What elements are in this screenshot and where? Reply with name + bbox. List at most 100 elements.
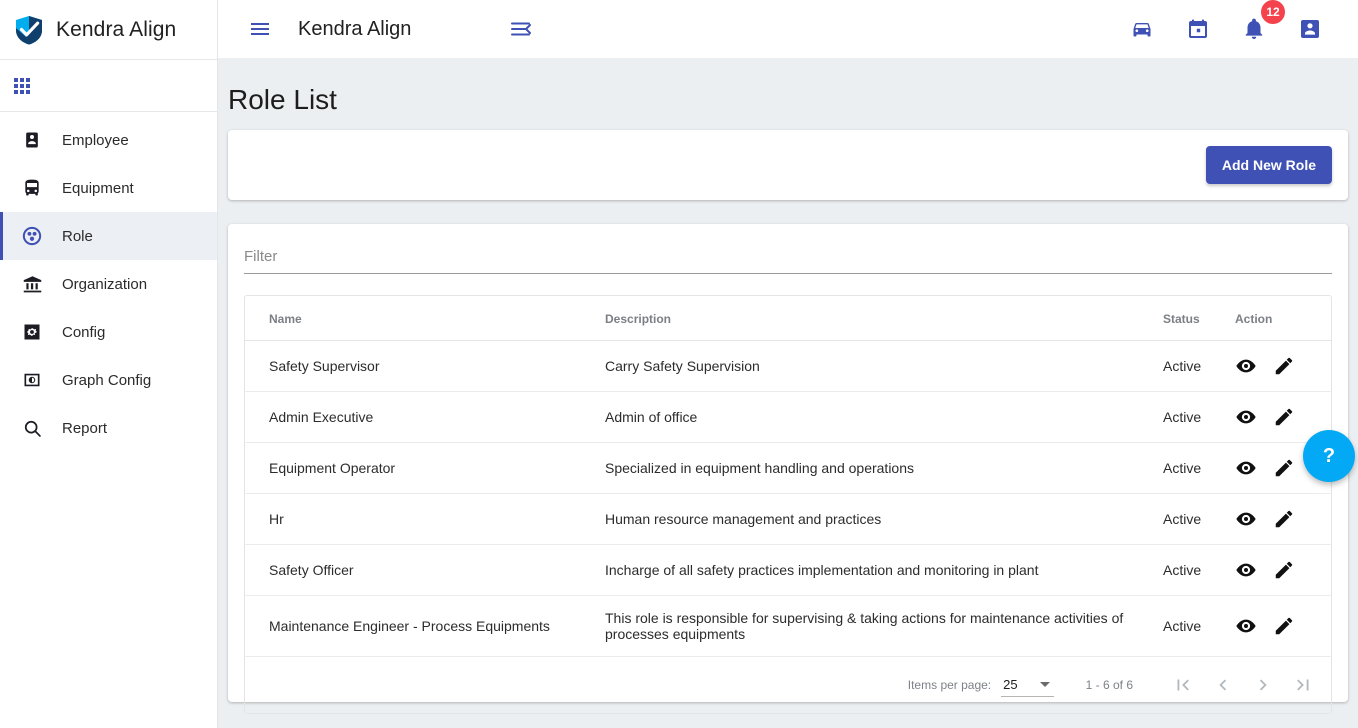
edit-icon[interactable] xyxy=(1273,406,1295,428)
sidebar-item-label: Report xyxy=(62,419,108,437)
role-group-icon xyxy=(21,225,43,247)
notifications-bell-icon[interactable]: 12 xyxy=(1234,0,1285,49)
items-per-page-select[interactable]: 25 xyxy=(1001,674,1054,697)
hamburger-menu-icon[interactable] xyxy=(240,9,280,49)
sidebar-item-config[interactable]: Config xyxy=(0,308,217,356)
cell-name: Safety Officer xyxy=(245,544,605,596)
cell-status: Active xyxy=(1163,493,1235,545)
cell-action xyxy=(1235,340,1331,392)
column-header-description: Description xyxy=(605,296,1163,341)
cell-name: Admin Executive xyxy=(245,391,605,443)
sidebar-item-report[interactable]: Report xyxy=(0,404,217,452)
page-range-label: 1 - 6 of 6 xyxy=(1085,678,1133,692)
brand-title: Kendra Align xyxy=(56,17,177,41)
view-icon[interactable] xyxy=(1235,559,1257,581)
column-header-name: Name xyxy=(245,296,605,341)
chevron-down-icon xyxy=(1039,681,1050,687)
view-icon[interactable] xyxy=(1235,355,1257,377)
cell-name: Safety Supervisor xyxy=(245,340,605,392)
cell-action xyxy=(1235,493,1331,545)
table-header-row: Name Description Status Action xyxy=(245,296,1331,341)
sidebar-item-label: Config xyxy=(62,323,106,341)
table-row[interactable]: Admin Executive Admin of office Active xyxy=(245,391,1331,443)
menu-collapse-icon[interactable] xyxy=(501,9,541,49)
sidebar-item-label: Employee xyxy=(62,131,129,149)
edit-icon[interactable] xyxy=(1273,355,1295,377)
help-button[interactable]: ? xyxy=(1303,430,1355,482)
page-content: Role List Add New Role Name Description xyxy=(218,58,1358,728)
calendar-icon[interactable] xyxy=(1178,9,1218,49)
sidebar-item-employee[interactable]: Employee xyxy=(0,116,217,164)
role-table-element: Name Description Status Action Safety Su… xyxy=(245,296,1331,657)
graph-contrast-icon xyxy=(21,369,43,391)
next-page-icon[interactable] xyxy=(1243,665,1283,705)
cell-action xyxy=(1235,544,1331,596)
view-icon[interactable] xyxy=(1235,508,1257,530)
settings-gear-icon xyxy=(21,321,43,343)
view-icon[interactable] xyxy=(1235,406,1257,428)
cell-description: Carry Safety Supervision xyxy=(605,340,1163,392)
sidebar-item-label: Role xyxy=(62,227,93,245)
previous-page-icon[interactable] xyxy=(1203,665,1243,705)
table-row[interactable]: Safety Supervisor Carry Safety Supervisi… xyxy=(245,340,1331,392)
sidebar-item-role[interactable]: Role xyxy=(0,212,217,260)
first-page-icon[interactable] xyxy=(1163,665,1203,705)
table-row[interactable]: Hr Human resource management and practic… xyxy=(245,493,1331,545)
cell-status: Active xyxy=(1163,391,1235,443)
cell-name: Equipment Operator xyxy=(245,442,605,494)
sidebar-item-graph-config[interactable]: Graph Config xyxy=(0,356,217,404)
header-title: Kendra Align xyxy=(298,17,412,40)
sidebar-nav: Employee Equipment Role Organization Con xyxy=(0,112,217,452)
role-table: Name Description Status Action Safety Su… xyxy=(244,295,1332,714)
sidebar-item-label: Graph Config xyxy=(62,371,152,389)
table-row[interactable]: Maintenance Engineer - Process Equipment… xyxy=(245,595,1331,657)
column-header-action: Action xyxy=(1235,296,1331,341)
add-new-role-button[interactable]: Add New Role xyxy=(1205,146,1332,184)
shield-check-icon xyxy=(12,13,46,47)
person-badge-icon xyxy=(21,129,43,151)
toolbar-actions: 12 xyxy=(1122,0,1344,49)
sidebar-item-label: Organization xyxy=(62,275,148,293)
paginator: Items per page: 25 1 - 6 of 6 xyxy=(245,657,1331,713)
cell-status: Active xyxy=(1163,340,1235,392)
filter-field xyxy=(244,238,1332,274)
notification-badge: 12 xyxy=(1261,0,1285,24)
cell-status: Active xyxy=(1163,595,1235,657)
edit-icon[interactable] xyxy=(1273,508,1295,530)
sidebar: Kendra Align Employee Equipment Role Org… xyxy=(0,0,218,728)
cell-name: Maintenance Engineer - Process Equipment… xyxy=(245,595,605,657)
sidebar-item-label: Equipment xyxy=(62,179,134,197)
table-row[interactable]: Equipment Operator Specialized in equipm… xyxy=(245,442,1331,494)
table-head: Name Description Status Action xyxy=(245,296,1331,341)
main-region: Kendra Align 12 Role List Add New Role F… xyxy=(218,0,1358,728)
edit-icon[interactable] xyxy=(1273,559,1295,581)
action-toolbar-card: Add New Role xyxy=(228,130,1348,200)
cell-description: Incharge of all safety practices impleme… xyxy=(605,544,1163,596)
sidebar-item-equipment[interactable]: Equipment xyxy=(0,164,217,212)
sidebar-apps-button[interactable] xyxy=(0,60,217,112)
search-icon xyxy=(21,417,43,439)
filter-input[interactable] xyxy=(244,246,1332,274)
view-icon[interactable] xyxy=(1235,615,1257,637)
apps-grid-icon xyxy=(14,77,30,94)
cell-description: Specialized in equipment handling and op… xyxy=(605,442,1163,494)
car-icon[interactable] xyxy=(1122,9,1162,49)
role-table-card: Name Description Status Action Safety Su… xyxy=(228,224,1348,714)
cell-status: Active xyxy=(1163,442,1235,494)
cell-description: Human resource management and practices xyxy=(605,493,1163,545)
last-page-icon[interactable] xyxy=(1283,665,1323,705)
column-header-status: Status xyxy=(1163,296,1235,341)
brand[interactable]: Kendra Align xyxy=(0,0,217,60)
cell-name: Hr xyxy=(245,493,605,545)
account-person-icon[interactable] xyxy=(1290,9,1330,49)
edit-icon[interactable] xyxy=(1273,615,1295,637)
cell-action xyxy=(1235,595,1331,657)
edit-icon[interactable] xyxy=(1273,457,1295,479)
page-title: Role List xyxy=(228,84,337,115)
table-row[interactable]: Safety Officer Incharge of all safety pr… xyxy=(245,544,1331,596)
sidebar-item-organization[interactable]: Organization xyxy=(0,260,217,308)
cell-description: Admin of office xyxy=(605,391,1163,443)
view-icon[interactable] xyxy=(1235,457,1257,479)
items-per-page-value: 25 xyxy=(1003,676,1018,692)
top-toolbar: Kendra Align 12 xyxy=(218,0,1358,58)
